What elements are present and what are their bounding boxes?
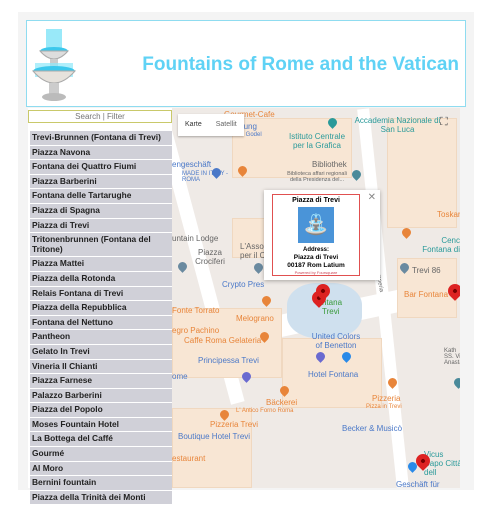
library-icon[interactable] bbox=[350, 168, 363, 181]
place-icon[interactable] bbox=[176, 260, 189, 273]
restaurant-icon[interactable] bbox=[400, 226, 413, 239]
list-item[interactable]: Piazza della Trinità dei Monti bbox=[30, 490, 172, 505]
list-item[interactable]: La Bottega del Caffé bbox=[30, 432, 172, 448]
map-label: Boutique Hotel Trevi bbox=[178, 432, 251, 441]
church-icon[interactable] bbox=[452, 376, 460, 389]
info-popup: Piazza di Trevi ⛲ Address: Piazza di Tre… bbox=[264, 190, 380, 280]
popup-address-line2: 00187 Rom Latium bbox=[287, 262, 345, 269]
list-item[interactable]: Piazza Mattei bbox=[30, 257, 172, 272]
list-item[interactable]: Piazza Barberini bbox=[30, 174, 172, 190]
list-item[interactable]: Gourmé bbox=[30, 447, 172, 462]
list-item[interactable]: Piazza della Rotonda bbox=[30, 271, 172, 287]
popup-title: Piazza di Trevi bbox=[292, 197, 340, 204]
map-label: L' Antico Forno Roma bbox=[236, 408, 294, 414]
map-label: Becker & Musicò bbox=[342, 424, 403, 433]
list-item[interactable]: Tritonenbrunnen (Fontana del Tritone) bbox=[30, 233, 172, 258]
map-type-satellite-button[interactable]: Satellit bbox=[209, 114, 244, 136]
map-label: United Colors of Benetton bbox=[311, 332, 361, 350]
map-type-control: Karte Satellit bbox=[178, 114, 244, 136]
list-item[interactable]: Fontana dei Quattro Fiumi bbox=[30, 160, 172, 175]
list-item[interactable]: Palazzo Barberini bbox=[30, 388, 172, 404]
map-label: ntana Trevi bbox=[322, 298, 343, 316]
map-label: Toskan bbox=[437, 210, 460, 219]
map-label: Bibliothek bbox=[312, 160, 347, 169]
map-label: Accademia Nazionale di San Luca bbox=[354, 116, 441, 134]
search-input[interactable] bbox=[28, 110, 172, 123]
powered-by-foursquare[interactable]: Powered by Foursquare bbox=[273, 270, 359, 275]
popup-address-line1: Piazza di Trevi bbox=[293, 254, 339, 261]
map-label: Pizzeria bbox=[372, 394, 401, 403]
list-item[interactable]: Moses Fountain Hotel bbox=[30, 417, 172, 433]
map-label: Bar Fontana bbox=[404, 290, 449, 299]
map-label: Pizza in Trevi bbox=[366, 404, 402, 410]
list-item[interactable]: Piazza della Repubblica bbox=[30, 301, 172, 316]
header: Fountains of Rome and the Vatican bbox=[26, 20, 466, 107]
list-item[interactable]: Fontana delle Tartarughe bbox=[30, 189, 172, 204]
map[interactable]: Gourmet-Cafe handlung Libreria Godel Ist… bbox=[172, 108, 460, 488]
map-label: untain Lodge bbox=[172, 234, 219, 243]
close-icon[interactable]: ✕ bbox=[368, 192, 376, 203]
map-label: Principessa Trevi bbox=[198, 356, 259, 365]
page-title: Fountains of Rome and the Vatican bbox=[142, 54, 459, 75]
list-item[interactable]: Trevi-Brunnen (Fontana di Trevi) bbox=[30, 131, 172, 146]
map-label: engeschäft bbox=[172, 160, 212, 169]
fountain-list: Trevi-Brunnen (Fontana di Trevi) Piazza N… bbox=[30, 131, 172, 505]
fountain-icon: ⛲ bbox=[298, 207, 334, 243]
map-label: Crypto Pres bbox=[222, 280, 265, 289]
map-label: Biblioteca affari regionali della Presid… bbox=[287, 171, 347, 183]
fountain-logo-icon bbox=[31, 29, 77, 101]
place-icon[interactable] bbox=[252, 261, 265, 274]
map-label: ome bbox=[172, 372, 188, 381]
list-item[interactable]: Piazza di Trevi bbox=[30, 218, 172, 234]
map-label: Caffe Roma Gelateria bbox=[184, 336, 262, 345]
map-label: Bäckerei bbox=[266, 398, 298, 407]
map-label: Fonte Torrato bbox=[172, 306, 220, 315]
restaurant-icon[interactable] bbox=[260, 294, 273, 307]
list-item[interactable]: Piazza Farnese bbox=[30, 374, 172, 389]
map-label: Kath SS. Vin Anasta bbox=[444, 348, 460, 366]
list-item[interactable]: Piazza Navona bbox=[30, 145, 172, 161]
popup-address-label: Address: bbox=[302, 247, 329, 253]
fullscreen-icon[interactable]: ⛶ bbox=[440, 116, 452, 128]
list-item[interactable]: Vineria Il Chianti bbox=[30, 359, 172, 375]
list-item[interactable]: Piazza di Spagna bbox=[30, 203, 172, 219]
list-item[interactable]: Bernini fountain bbox=[30, 476, 172, 491]
map-label: estaurant bbox=[172, 454, 206, 463]
map-label: MADE IN ITALY -ROMA bbox=[182, 171, 229, 183]
map-label: Trevi 86 bbox=[412, 266, 441, 275]
map-label: egro Pachino bbox=[172, 326, 220, 335]
map-label: Istituto Centrale per la Grafica bbox=[288, 132, 346, 150]
map-label: Melograno bbox=[236, 314, 274, 323]
list-item[interactable]: Piazza del Popolo bbox=[30, 403, 172, 418]
map-label: Pizzeria Trevi bbox=[210, 420, 259, 429]
list-item[interactable]: Pantheon bbox=[30, 330, 172, 345]
list-item[interactable]: Fontana del Nettuno bbox=[30, 315, 172, 331]
list-item[interactable]: Relais Fontana di Trevi bbox=[30, 286, 172, 302]
sidebar: Trevi-Brunnen (Fontana di Trevi)Piazza N… bbox=[28, 108, 172, 505]
map-label: Piazza Crociferi bbox=[195, 248, 225, 266]
list-item[interactable]: Al Moro bbox=[30, 461, 172, 477]
map-label: Geschäft für bbox=[396, 480, 440, 488]
list-item[interactable]: Gelato In Trevi bbox=[30, 344, 172, 360]
map-label: Cenc Fontana di bbox=[422, 236, 460, 254]
map-type-map-button[interactable]: Karte bbox=[178, 114, 209, 136]
map-label: Hotel Fontana bbox=[308, 370, 359, 379]
